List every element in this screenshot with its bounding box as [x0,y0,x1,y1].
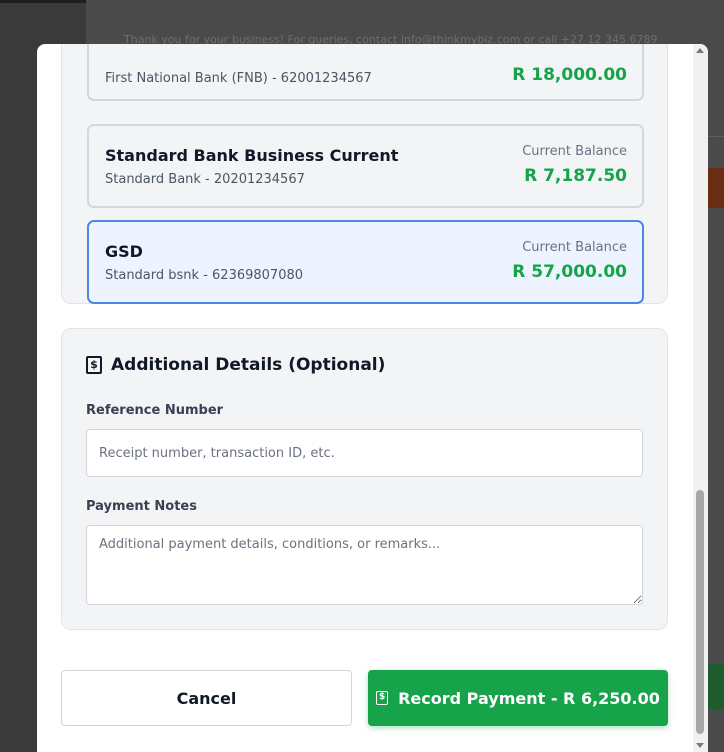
record-payment-button[interactable]: $ Record Payment - R 6,250.00 [368,670,668,726]
record-payment-label: Record Payment - R 6,250.00 [398,688,660,708]
bank-account-name: GSD [105,242,143,261]
bank-account-balance: R 7,187.50 [524,166,627,186]
scroll-up-arrow-icon[interactable] [696,48,704,53]
cancel-button[interactable]: Cancel [61,670,352,726]
modal-scrollbar[interactable] [693,44,708,752]
bank-account-details: First National Bank (FNB) - 62001234567 [105,71,372,86]
record-payment-modal: First National Bank (FNB) - 62001234567 … [37,44,708,752]
bank-account-option[interactable]: First National Bank (FNB) - 62001234567 … [87,44,644,101]
bank-account-balance: R 57,000.00 [512,262,627,282]
bank-account-details: Standard bsnk - 62369807080 [105,268,304,283]
bank-account-option[interactable]: Standard Bank Business Current Standard … [87,124,644,208]
payment-notes-textarea[interactable] [86,525,643,605]
backdrop-accent-block [708,664,724,710]
bank-account-option-selected[interactable]: GSD Standard bsnk - 62369807080 Current … [87,220,644,304]
scrollbar-thumb[interactable] [696,490,704,734]
balance-label: Current Balance [522,240,627,255]
receipt-icon: $ [86,356,102,374]
balance-label: Current Balance [522,144,627,159]
bank-account-section: First National Bank (FNB) - 62001234567 … [61,44,668,304]
bank-account-name: Standard Bank Business Current [105,146,399,165]
backdrop-divider [708,136,724,137]
details-title: Additional Details (Optional) [111,355,386,375]
payment-notes-label: Payment Notes [86,499,197,514]
reference-number-input[interactable] [86,429,643,477]
scroll-down-arrow-icon[interactable] [696,743,704,748]
bank-account-details: Standard Bank - 20201234567 [105,172,305,187]
reference-number-label: Reference Number [86,403,224,418]
modal-scroll-area[interactable]: First National Bank (FNB) - 62001234567 … [37,44,708,752]
bank-account-balance: R 18,000.00 [512,65,627,85]
receipt-icon: $ [376,691,389,705]
backdrop-accent-block [708,168,724,208]
additional-details-section: $ Additional Details (Optional) Referenc… [61,328,668,630]
details-heading: $ Additional Details (Optional) [86,355,385,375]
